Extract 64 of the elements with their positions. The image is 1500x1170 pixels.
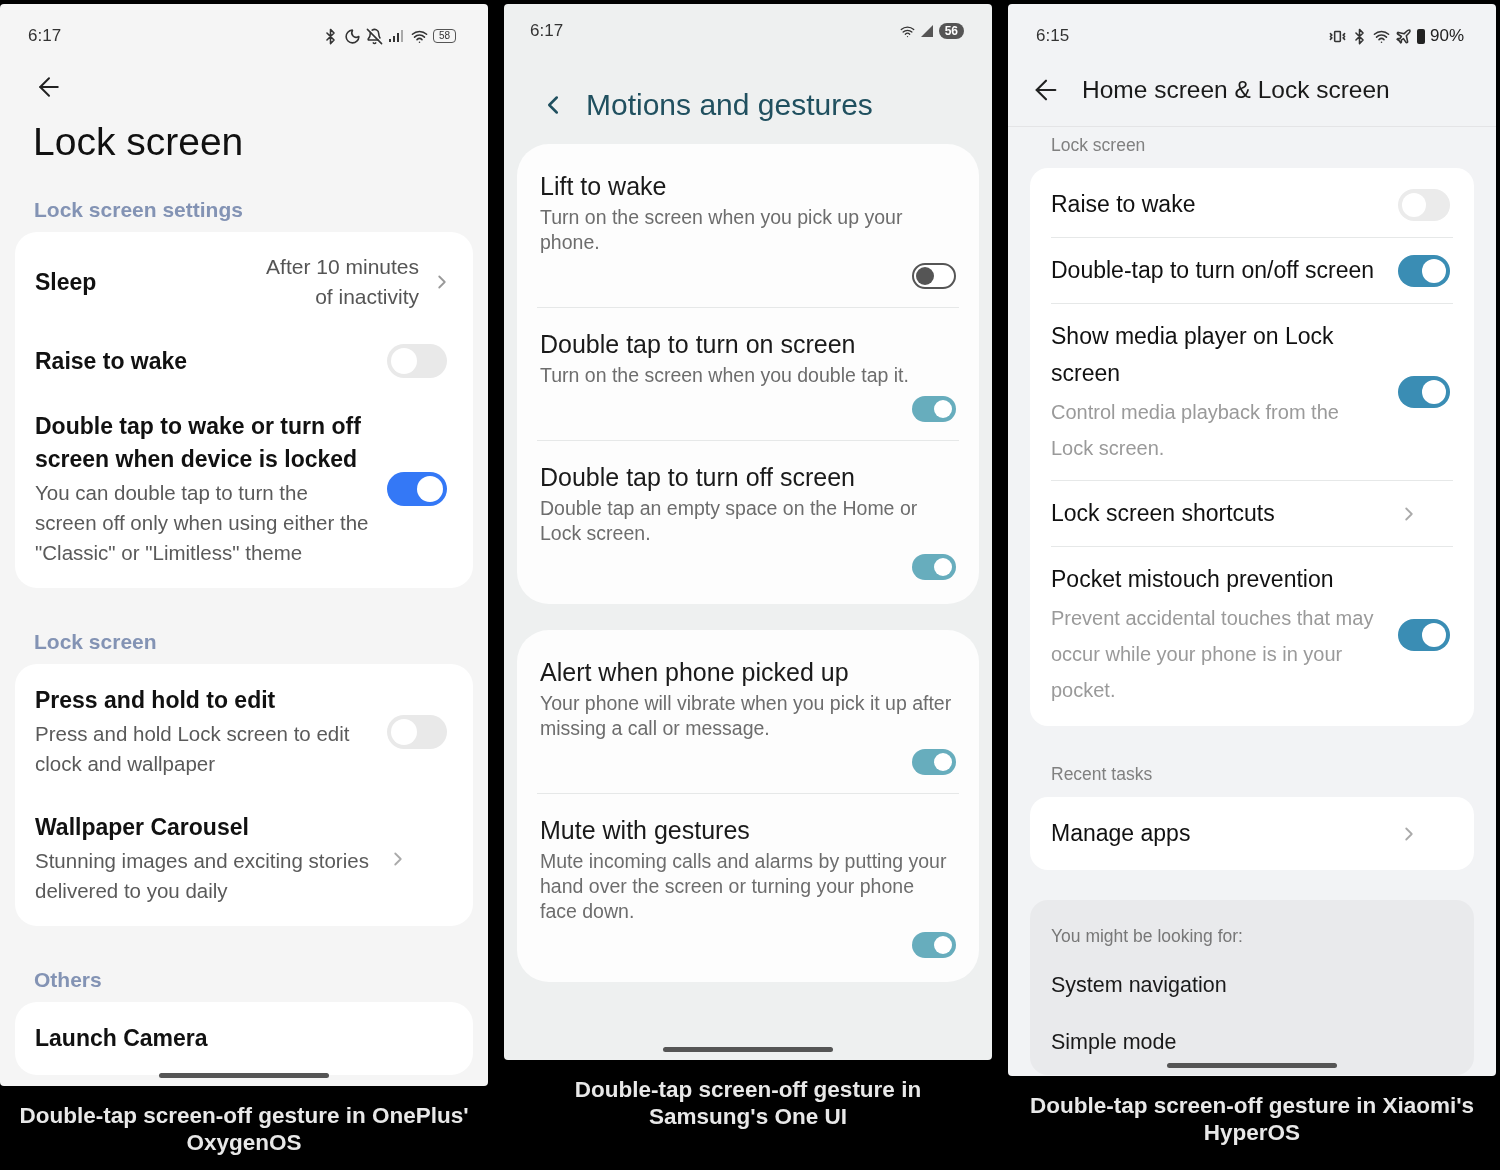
setting-title: Double tap to turn on screen [540,329,857,360]
setting-value: After 10 minutes of inactivity [265,254,419,310]
setting-title: Raise to wake [35,346,189,376]
toggle-switch[interactable] [912,749,956,775]
suggestion-item[interactable]: System navigation [1051,957,1453,1014]
setting-title: Lock screen shortcuts [1051,499,1276,528]
setting-title: Double tap to turn off screen [540,462,856,493]
wifi-icon [899,23,915,39]
setting-description: Turn on the screen when you pick up your phone. [540,205,904,255]
image-caption: Double-tap screen-off gesture in OnePlus' OxygenOS [18,1102,470,1156]
setting-description: You can double tap to turn the screen off only when using either the "Classic" or "Limitless" theme [35,480,370,566]
setting-description: Mute incoming calls and alarms by putting your hand over the screen or turning your phone face down. [540,849,948,924]
battery-level: 58 [432,29,456,43]
page-title: Home screen & Lock screen [1082,76,1390,104]
setting-title: Double tap to wake or turn off screen when device is locked [35,412,362,474]
setting-description: Press and hold Lock screen to edit clock and wallpaper [35,721,351,777]
suggestions-header: You might be looking for: [1051,925,1244,948]
setting-title: Double-tap to turn on/off screen [1051,256,1376,285]
section-header: Others [34,968,103,992]
image-caption: Double-tap screen-off gesture in Xiaomi's HyperOS [1028,1092,1476,1146]
toggle-switch[interactable] [1398,376,1450,408]
battery-level: 90% [1429,26,1464,46]
toggle-switch[interactable] [912,263,956,289]
setting-description: Control media playback from the Lock screen. [1051,400,1340,461]
setting-title: Raise to wake [1051,190,1197,219]
bell-off-icon [365,27,383,45]
setting-description: Double tap an empty space on the Home or Lock screen. [540,496,919,546]
setting-description: Prevent accidental touches that may occur while your phone is in your pocket. [1051,606,1375,703]
setting-title: Alert when phone picked up [540,657,850,688]
toggle-switch[interactable] [912,396,956,422]
setting-description: Turn on the screen when you double tap it. [540,363,910,388]
status-time: 6:15 [1036,26,1070,46]
image-caption: Double-tap screen-off gesture in Samsung's One UI [573,1076,923,1130]
setting-title: Wallpaper Carousel [35,813,250,842]
setting-title: Pocket mistouch prevention [1051,565,1335,594]
page-title: Lock screen [33,120,245,164]
status-time: 6:17 [28,26,62,46]
setting-description: Stunning images and exciting stories delivered to you daily [35,848,370,904]
signal-icon [387,29,406,43]
setting-title: Press and hold to edit [35,686,277,715]
setting-title: Manage apps [1051,819,1192,848]
toggle-switch[interactable] [912,554,956,580]
toggle-switch[interactable] [1398,254,1450,287]
toggle-switch[interactable] [387,472,447,506]
toggle-switch[interactable] [1398,618,1450,651]
signal-icon [919,24,934,38]
section-header: Lock screen settings [34,198,244,222]
setting-title: Mute with gestures [540,815,751,846]
moon-icon [343,27,361,45]
status-time: 6:17 [530,21,564,41]
section-header: Recent tasks [1051,764,1154,785]
airplane-icon [1394,27,1412,45]
battery-level: 56 [938,23,964,39]
section-header: Lock screen [34,630,158,654]
setting-title: Show media player on Lock screen [1051,322,1335,388]
setting-title: Lift to wake [540,171,668,202]
setting-title: Sleep [35,267,98,297]
suggestion-item[interactable]: Simple mode [1051,1014,1453,1071]
battery-icon [1416,28,1425,44]
toggle-switch[interactable] [912,932,956,958]
setting-description: Your phone will vibrate when you pick it up after missing a call or message. [540,691,953,741]
setting-title: Launch Camera [35,1024,209,1053]
section-header: Lock screen [1051,135,1147,156]
page-title: Motions and gestures [586,88,873,122]
